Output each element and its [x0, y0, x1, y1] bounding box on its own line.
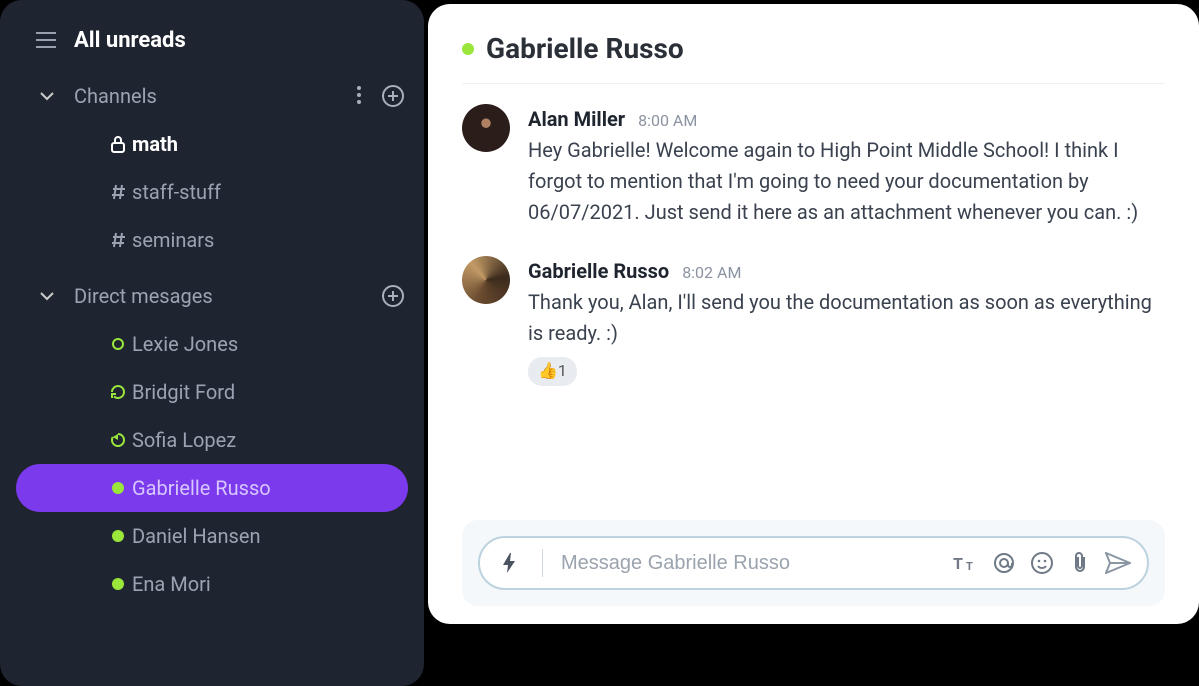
svg-text:T: T	[966, 560, 973, 573]
reaction-emoji: 👍	[538, 359, 558, 384]
chat-header: Gabrielle Russo	[462, 32, 1165, 84]
channel-label: math	[132, 132, 178, 156]
dms-header[interactable]: Direct mesages	[0, 272, 424, 320]
dm-label: Sofia Lopez	[132, 428, 236, 452]
channel-list: math staff-stuff seminars	[0, 120, 424, 264]
send-icon[interactable]	[1103, 548, 1133, 578]
add-channel-icon[interactable]	[382, 85, 404, 107]
all-unreads-label: All unreads	[74, 28, 186, 53]
message-list: Alan Miller 8:00 AM Hey Gabrielle! Welco…	[462, 84, 1165, 520]
hash-icon	[104, 183, 132, 201]
message-input[interactable]	[561, 552, 943, 575]
message-item: Gabrielle Russo 8:02 AM Thank you, Alan,…	[462, 256, 1165, 386]
dms-label: Direct mesages	[74, 284, 213, 308]
channels-label: Channels	[74, 84, 157, 108]
status-refresh-icon	[104, 384, 132, 400]
emoji-icon[interactable]	[1027, 548, 1057, 578]
presence-dot-icon	[462, 43, 474, 55]
dm-item-lexie[interactable]: Lexie Jones	[16, 320, 408, 368]
lightning-icon[interactable]	[494, 548, 524, 578]
dm-label: Ena Mori	[132, 572, 211, 596]
dm-label: Bridgit Ford	[132, 380, 235, 404]
status-ring-icon	[104, 338, 132, 350]
reaction-badge[interactable]: 👍 1	[528, 357, 577, 386]
sidebar: All unreads Channels math staff-	[0, 0, 424, 686]
channel-item-seminars[interactable]: seminars	[16, 216, 408, 264]
status-online-icon	[104, 578, 132, 590]
avatar[interactable]	[462, 104, 510, 152]
message-body: Gabrielle Russo 8:02 AM Thank you, Alan,…	[528, 256, 1165, 386]
menu-icon[interactable]	[36, 32, 56, 48]
dm-item-daniel[interactable]: Daniel Hansen	[16, 512, 408, 560]
format-icon[interactable]: TT	[951, 548, 981, 578]
status-online-icon	[104, 482, 132, 494]
message-text: Hey Gabrielle! Welcome again to High Poi…	[528, 135, 1165, 228]
hash-icon	[104, 231, 132, 249]
dm-label: Lexie Jones	[132, 332, 238, 356]
message-time: 8:02 AM	[682, 263, 741, 282]
dm-label: Gabrielle Russo	[132, 476, 271, 500]
reaction-count: 1	[558, 359, 567, 384]
status-online-icon	[104, 530, 132, 542]
composer: TT	[462, 520, 1165, 606]
chevron-down-icon	[40, 91, 54, 101]
svg-text:T: T	[953, 554, 963, 573]
status-pie-icon	[104, 433, 132, 447]
message-text: Thank you, Alan, I'll send you the docum…	[528, 287, 1165, 349]
channels-header[interactable]: Channels	[0, 72, 424, 120]
dm-item-bridgit[interactable]: Bridgit Ford	[16, 368, 408, 416]
composer-bar: TT	[478, 536, 1149, 590]
dm-label: Daniel Hansen	[132, 524, 261, 548]
message-author: Alan Miller	[528, 107, 625, 131]
chat-title: Gabrielle Russo	[486, 32, 684, 65]
channel-label: seminars	[132, 228, 214, 252]
message-time: 8:00 AM	[638, 111, 697, 130]
message-item: Alan Miller 8:00 AM Hey Gabrielle! Welco…	[462, 104, 1165, 228]
mention-icon[interactable]	[989, 548, 1019, 578]
channel-item-staff-stuff[interactable]: staff-stuff	[16, 168, 408, 216]
dm-list: Lexie Jones Bridgit Ford Sofia Lopez Gab…	[0, 320, 424, 608]
channel-label: staff-stuff	[132, 180, 221, 204]
avatar[interactable]	[462, 256, 510, 304]
add-dm-icon[interactable]	[382, 285, 404, 307]
all-unreads[interactable]: All unreads	[0, 16, 424, 64]
divider	[542, 549, 543, 577]
dm-item-ena[interactable]: Ena Mori	[16, 560, 408, 608]
dm-item-gabrielle[interactable]: Gabrielle Russo	[16, 464, 408, 512]
message-body: Alan Miller 8:00 AM Hey Gabrielle! Welco…	[528, 104, 1165, 228]
chat-panel: Gabrielle Russo Alan Miller 8:00 AM Hey …	[428, 4, 1199, 624]
more-icon[interactable]	[356, 85, 362, 107]
message-author: Gabrielle Russo	[528, 259, 669, 283]
attachment-icon[interactable]	[1065, 548, 1095, 578]
lock-icon	[104, 135, 132, 153]
chevron-down-icon	[40, 291, 54, 301]
channel-item-math[interactable]: math	[16, 120, 408, 168]
dm-item-sofia[interactable]: Sofia Lopez	[16, 416, 408, 464]
